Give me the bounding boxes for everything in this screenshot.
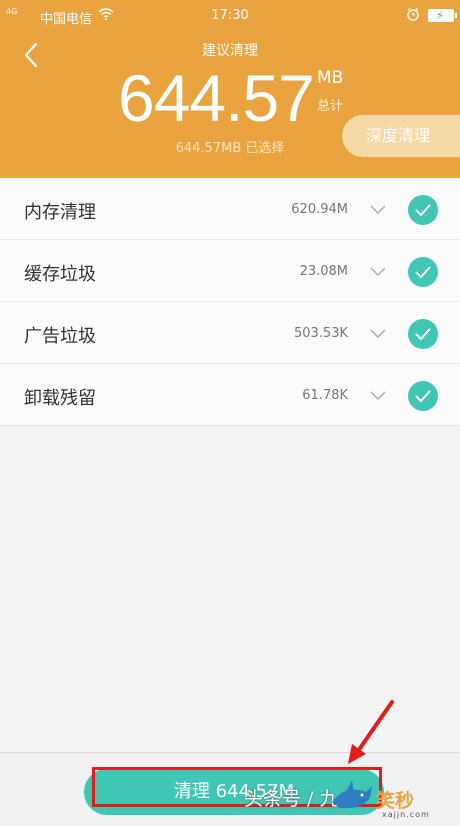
charging-bolt-icon: ⚡ [436,9,444,22]
checkbox-checked[interactable] [408,195,438,225]
check-icon [415,390,431,402]
cleanup-list: 内存清理 620.94M 缓存垃圾 23.08M 广告垃圾 503.53K 卸载… [0,178,460,426]
checkbox-checked[interactable] [408,257,438,287]
checkbox-checked[interactable] [408,381,438,411]
item-label: 广告垃圾 [24,326,96,347]
shark-logo-icon [332,780,372,809]
watermark-logo-text: 笑秒 [376,790,415,812]
total-size-unit: MB [317,68,344,88]
alarm-icon [406,7,420,25]
chevron-down-icon[interactable] [369,388,387,402]
item-label: 内存清理 [24,202,96,223]
page-title: 建议清理 [202,43,258,59]
list-item[interactable]: 卸载残留 61.78K [0,364,460,426]
header: 4G 中国电信 17:30 ⚡ 建议清理 644.57 MB 总计 644.57… [0,0,460,178]
list-item[interactable]: 内存清理 620.94M [0,178,460,240]
list-item[interactable]: 缓存垃圾 23.08M [0,240,460,302]
item-size: 620.94M [291,202,348,217]
checkbox-checked[interactable] [408,319,438,349]
check-icon [415,204,431,216]
item-size: 503.53K [293,326,348,341]
item-size: 61.78K [302,388,348,403]
status-bar: 4G 中国电信 17:30 ⚡ [0,0,460,32]
chevron-down-icon[interactable] [369,326,387,340]
item-label: 缓存垃圾 [24,264,96,285]
check-icon [415,266,431,278]
item-size: 23.08M [299,264,348,279]
item-label: 卸载残留 [24,388,96,409]
chevron-down-icon[interactable] [369,202,387,216]
battery-icon: ⚡ [428,9,457,22]
watermark-url: xajjn.com [382,810,430,819]
total-label: 总计 [317,99,344,114]
chevron-down-icon[interactable] [369,264,387,278]
list-item[interactable]: 广告垃圾 503.53K [0,302,460,364]
total-size-value: 644.57 [118,61,315,135]
deep-clean-button[interactable]: 深度清理 [342,115,460,157]
check-icon [415,328,431,340]
clock: 17:30 [211,8,249,23]
